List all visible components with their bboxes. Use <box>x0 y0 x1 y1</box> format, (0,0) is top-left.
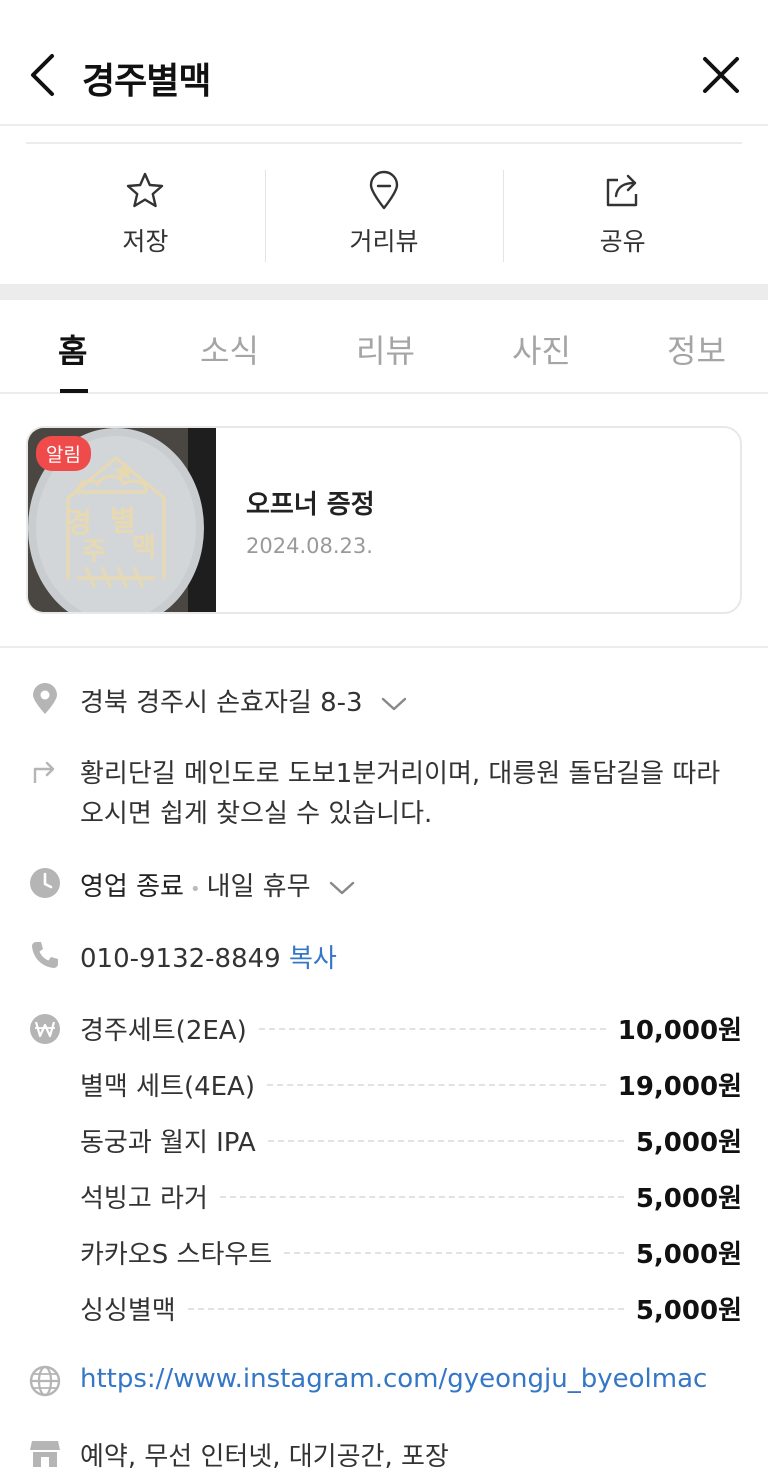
chevron-left-icon <box>31 54 54 96</box>
directions-icon <box>28 754 62 788</box>
thumbnail-text-line4: 맥 <box>132 533 156 563</box>
page-title: 경주별맥 <box>82 61 211 102</box>
tab-home[interactable]: 홈 <box>58 326 87 372</box>
menu-item-price: 19,000원 <box>617 1072 742 1102</box>
menu-item: 석빙고 라거 5,000원 <box>80 1178 742 1234</box>
menu-item-name: 경주세트(2EA) <box>80 1010 259 1047</box>
directions-text: 황리단길 메인도로 도보1분거리이며, 대릉원 돌담길을 따라 오시면 쉽게 찾… <box>80 759 721 829</box>
menu-item: 카카오S 스타우트 5,000원 <box>80 1234 742 1290</box>
menu-item-price: 5,000원 <box>635 1128 742 1158</box>
action-bar: 저장 거리뷰 공유 <box>26 142 742 284</box>
menu-item-price: 5,000원 <box>635 1184 742 1214</box>
street-view-label: 거리뷰 <box>349 227 419 256</box>
section-divider <box>0 284 768 300</box>
menu-leader-line <box>284 1234 624 1254</box>
website-link[interactable]: https://www.instagram.com/gyeongju_byeol… <box>80 1364 707 1394</box>
save-button[interactable]: 저장 <box>26 144 265 284</box>
menu-item-name: 동궁과 월지 IPA <box>80 1122 268 1159</box>
phone-icon <box>28 938 62 972</box>
tab-photos[interactable]: 사진 <box>512 326 571 372</box>
tab-news[interactable]: 소식 <box>200 326 259 372</box>
menu-item-price: 5,000원 <box>635 1296 742 1326</box>
menu-item: 경주세트(2EA) 10,000원 <box>80 1010 742 1066</box>
star-icon <box>127 172 164 208</box>
hours-next: 내일 휴무 <box>206 872 311 902</box>
menu-item: 동궁과 월지 IPA 5,000원 <box>80 1122 742 1178</box>
globe-icon <box>28 1364 62 1398</box>
clock-icon <box>28 866 62 900</box>
content-divider <box>0 646 768 648</box>
close-button[interactable] <box>696 50 746 100</box>
share-button[interactable]: 공유 <box>503 144 742 284</box>
close-icon <box>703 57 739 93</box>
tab-info[interactable]: 정보 <box>667 326 726 372</box>
menu-item: 싱싱별맥 5,000원 <box>80 1290 742 1346</box>
map-pin-icon <box>369 170 399 210</box>
menu-item-name: 석빙고 라거 <box>80 1178 220 1215</box>
chevron-down-icon <box>381 697 407 710</box>
phone-number[interactable]: 010-9132-8849 <box>80 944 281 974</box>
menu-leader-line <box>258 1010 606 1030</box>
share-label: 공유 <box>599 227 646 256</box>
copy-phone-button[interactable]: 복사 <box>289 944 337 974</box>
thumbnail-text-line1: 경 <box>66 506 92 539</box>
active-tab-indicator <box>60 389 88 393</box>
notice-date: 2024.08.23. <box>246 534 373 558</box>
share-icon <box>606 174 637 207</box>
address-row[interactable]: 경북 경주시 손효자길 8-3 <box>80 682 407 719</box>
notice-thumbnail: 경 별 주 맥 알림 <box>28 428 216 612</box>
address-text: 경북 경주시 손효자길 8-3 <box>80 688 363 718</box>
menu-leader-line <box>187 1290 624 1310</box>
notice-badge: 알림 <box>36 436 91 471</box>
menu-item-price: 5,000원 <box>635 1240 742 1270</box>
notice-title: 오프너 증정 <box>246 490 375 520</box>
header: 경주별맥 <box>0 0 768 126</box>
menu-list: 경주세트(2EA) 10,000원 별맥 세트(4EA) 19,000원 동궁과… <box>80 1010 742 1346</box>
menu-item: 별맥 세트(4EA) 19,000원 <box>80 1066 742 1122</box>
hours-status: 영업 종료 <box>80 872 184 902</box>
menu-leader-line <box>267 1122 624 1142</box>
menu-item-name: 카카오S 스타우트 <box>80 1234 285 1271</box>
store-icon <box>28 1436 62 1470</box>
hours-row[interactable]: 영업 종료 • 내일 휴무 <box>80 866 355 903</box>
separator-dot: • <box>189 879 201 900</box>
tab-reviews[interactable]: 리뷰 <box>356 326 415 372</box>
menu-item-price: 10,000원 <box>617 1016 742 1046</box>
menu-item-name: 싱싱별맥 <box>80 1290 188 1327</box>
facilities-text: 예약, 무선 인터넷, 대기공간, 포장 <box>80 1442 449 1472</box>
thumbnail-text-line3: 주 <box>82 537 106 567</box>
menu-leader-line <box>267 1066 606 1086</box>
won-currency-icon <box>28 1012 62 1046</box>
notice-card[interactable]: 경 별 주 맥 알림 오프너 증정 2024.08.23. <box>26 426 742 614</box>
chevron-down-icon <box>329 881 354 894</box>
back-button[interactable] <box>20 50 64 100</box>
menu-leader-line <box>219 1178 624 1198</box>
menu-item-name: 별맥 세트(4EA) <box>80 1066 267 1103</box>
phone-row: 010-9132-8849 복사 <box>80 938 337 975</box>
street-view-button[interactable]: 거리뷰 <box>264 144 504 284</box>
tab-bar: 홈 소식 리뷰 사진 정보 <box>0 300 768 394</box>
save-label: 저장 <box>122 227 169 256</box>
location-pin-icon <box>28 682 62 716</box>
